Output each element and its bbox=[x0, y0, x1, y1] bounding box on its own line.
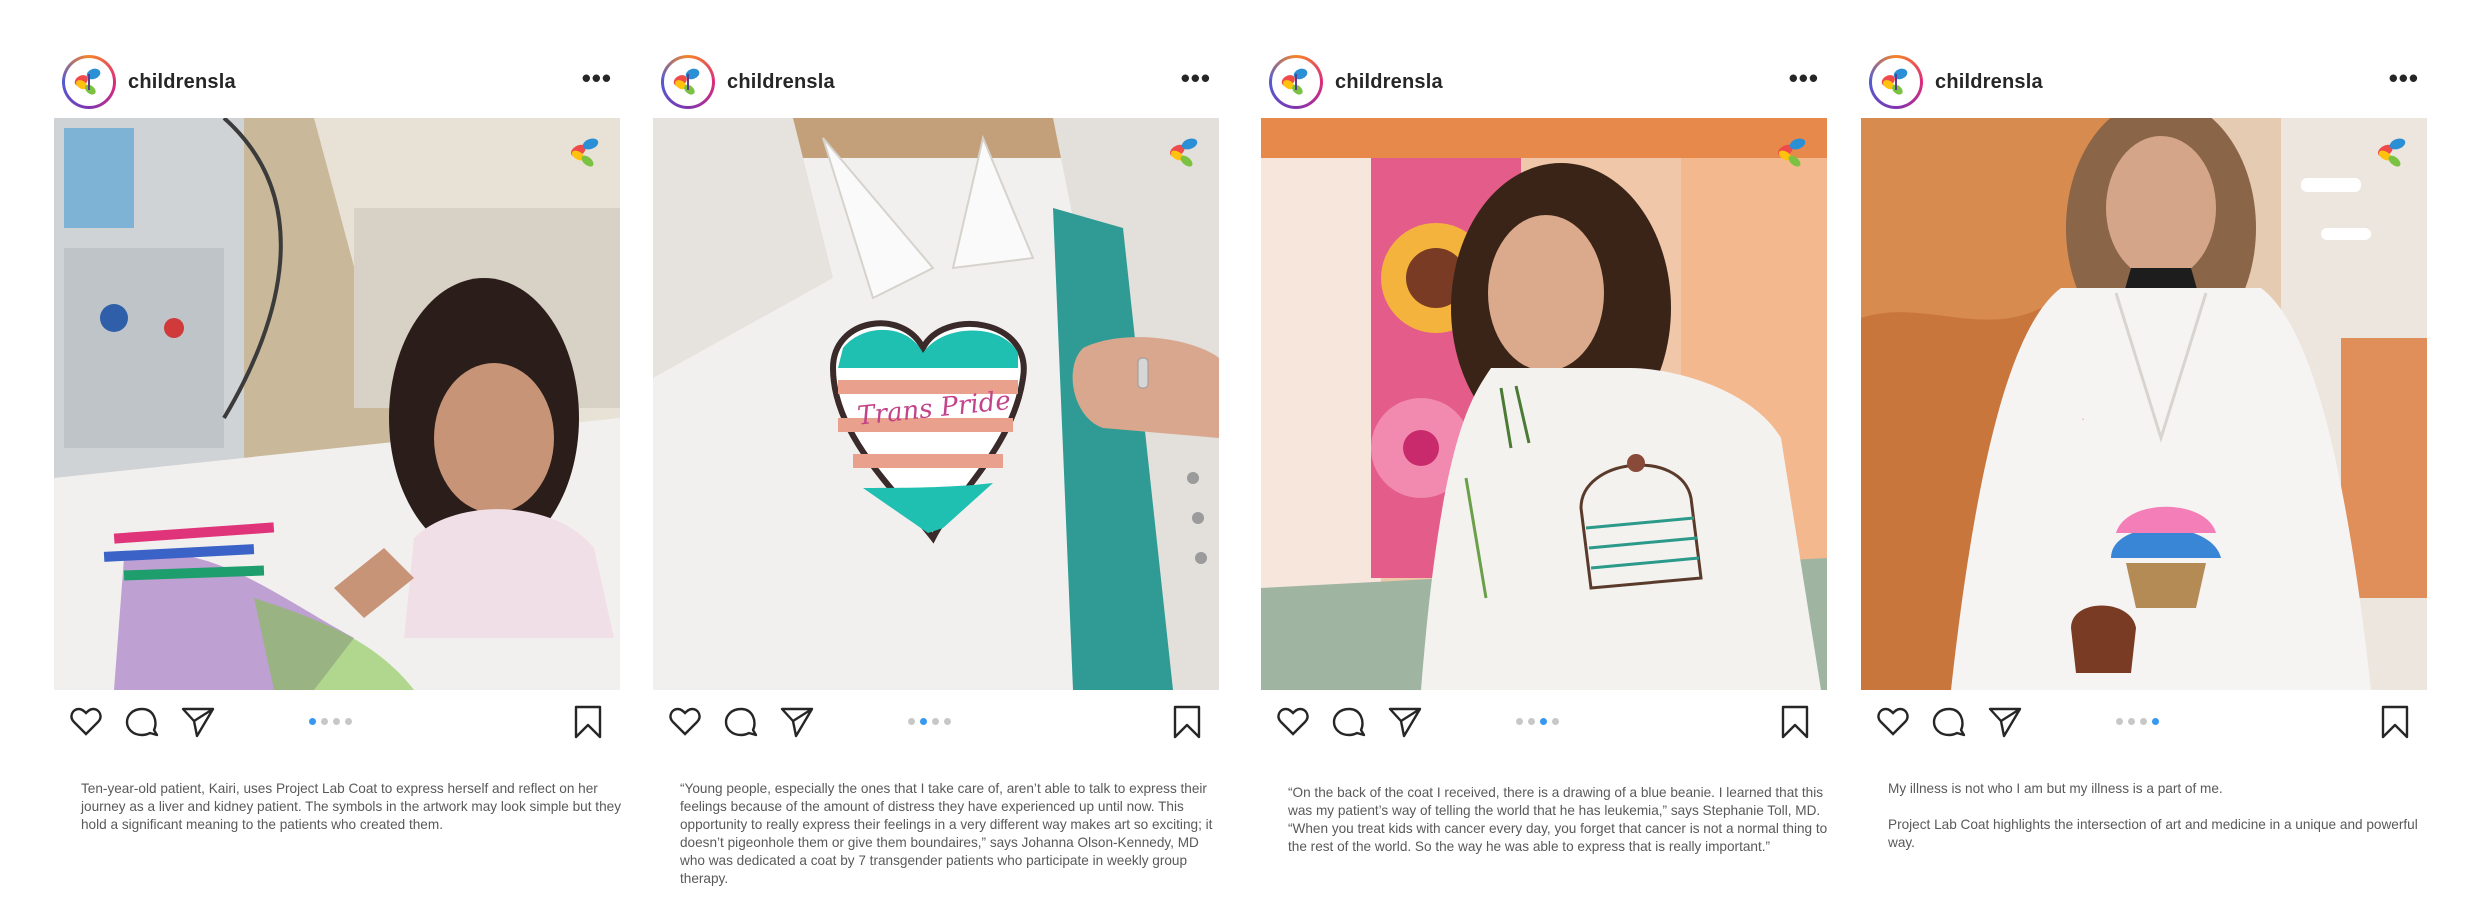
heart-icon[interactable] bbox=[667, 704, 703, 740]
carousel-dot-active bbox=[2152, 718, 2159, 725]
heart-icon[interactable] bbox=[68, 704, 104, 740]
carousel-indicator bbox=[908, 718, 951, 725]
butterfly-logo-icon bbox=[1165, 132, 1205, 172]
butterfly-logo-icon bbox=[1272, 58, 1320, 106]
more-icon[interactable]: ••• bbox=[1789, 65, 1819, 91]
post-actions bbox=[653, 700, 1219, 744]
butterfly-logo-icon bbox=[65, 58, 113, 106]
post-header: childrensla ••• bbox=[1261, 54, 1827, 110]
heart-icon[interactable] bbox=[1275, 704, 1311, 740]
carousel-dot-active bbox=[309, 718, 316, 725]
carousel-dot-active bbox=[1540, 718, 1547, 725]
carousel-dot bbox=[321, 718, 328, 725]
post-card-3: childrensla ••• “On the back of the coat… bbox=[1261, 0, 1827, 906]
avatar[interactable] bbox=[1869, 55, 1923, 109]
post-photo[interactable] bbox=[54, 118, 620, 690]
bookmark-icon[interactable] bbox=[1169, 704, 1205, 740]
more-icon[interactable]: ••• bbox=[2389, 65, 2419, 91]
post-header: childrensla ••• bbox=[653, 54, 1219, 110]
username[interactable]: childrensla bbox=[128, 71, 236, 94]
bookmark-icon[interactable] bbox=[1777, 704, 1813, 740]
username[interactable]: childrensla bbox=[1335, 71, 1443, 94]
butterfly-logo-icon bbox=[664, 58, 712, 106]
carousel-indicator bbox=[309, 718, 352, 725]
carousel-dot-active bbox=[920, 718, 927, 725]
carousel-dot bbox=[333, 718, 340, 725]
comment-icon[interactable] bbox=[1931, 704, 1967, 740]
post-caption: “Young people, especially the ones that … bbox=[680, 781, 1217, 886]
username[interactable]: childrensla bbox=[1935, 71, 2043, 94]
butterfly-logo-icon bbox=[1773, 132, 1813, 172]
carousel-dot bbox=[1528, 718, 1535, 725]
carousel-dot bbox=[932, 718, 939, 725]
butterfly-logo-icon bbox=[2373, 132, 2413, 172]
carousel-dot bbox=[2116, 718, 2123, 725]
send-icon[interactable] bbox=[1987, 704, 2023, 740]
post-header: childrensla ••• bbox=[54, 54, 620, 110]
butterfly-logo-icon bbox=[566, 132, 606, 172]
avatar[interactable] bbox=[62, 55, 116, 109]
carousel-dot bbox=[908, 718, 915, 725]
bookmark-icon[interactable] bbox=[2377, 704, 2413, 740]
carousel-dot bbox=[345, 718, 352, 725]
carousel-dot bbox=[2140, 718, 2147, 725]
post-actions bbox=[1261, 700, 1827, 744]
post-card-4: childrensla ••• . My illness is not who … bbox=[1861, 0, 2427, 906]
carousel-dot bbox=[2128, 718, 2135, 725]
post-actions bbox=[1861, 700, 2427, 744]
post-photo[interactable]: Trans Pride bbox=[653, 118, 1219, 690]
comment-icon[interactable] bbox=[723, 704, 759, 740]
post-header: childrensla ••• bbox=[1861, 54, 2427, 110]
send-icon[interactable] bbox=[779, 704, 815, 740]
carousel-indicator bbox=[2116, 718, 2159, 725]
comment-icon[interactable] bbox=[1331, 704, 1367, 740]
more-icon[interactable]: ••• bbox=[582, 65, 612, 91]
post-caption: My illness is not who I am but my illnes… bbox=[1888, 781, 2418, 850]
avatar[interactable] bbox=[1269, 55, 1323, 109]
avatar[interactable] bbox=[661, 55, 715, 109]
post-caption: Ten-year-old patient, Kairi, uses Projec… bbox=[81, 781, 625, 832]
carousel-dot bbox=[1552, 718, 1559, 725]
post-card-1: childrensla ••• Ten-year-old patient, Ka… bbox=[54, 0, 625, 906]
comment-icon[interactable] bbox=[124, 704, 160, 740]
post-caption: “On the back of the coat I received, the… bbox=[1288, 785, 1832, 854]
carousel-dot bbox=[944, 718, 951, 725]
send-icon[interactable] bbox=[180, 704, 216, 740]
post-photo[interactable] bbox=[1261, 118, 1827, 690]
bookmark-icon[interactable] bbox=[570, 704, 606, 740]
username[interactable]: childrensla bbox=[727, 71, 835, 94]
more-icon[interactable]: ••• bbox=[1181, 65, 1211, 91]
post-card-2: childrensla ••• Trans Pride “Young peopl… bbox=[653, 0, 1219, 906]
carousel-dot bbox=[1516, 718, 1523, 725]
heart-icon[interactable] bbox=[1875, 704, 1911, 740]
butterfly-logo-icon bbox=[1872, 58, 1920, 106]
send-icon[interactable] bbox=[1387, 704, 1423, 740]
post-photo[interactable]: . bbox=[1861, 118, 2427, 690]
post-actions bbox=[54, 700, 620, 744]
carousel-indicator bbox=[1516, 718, 1559, 725]
